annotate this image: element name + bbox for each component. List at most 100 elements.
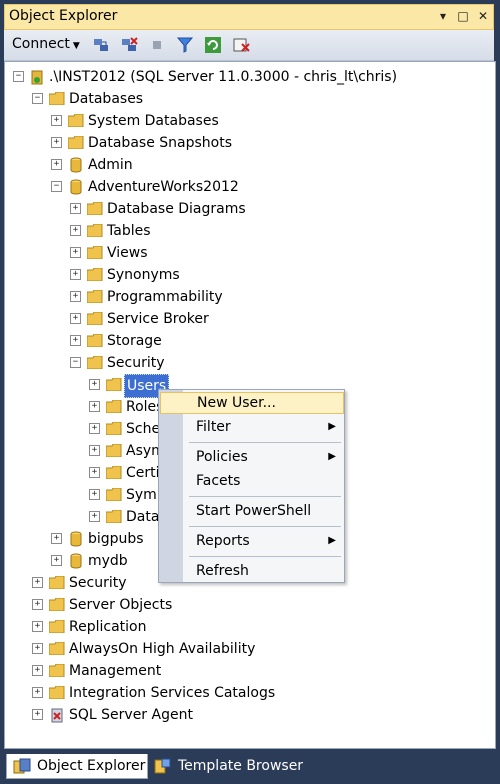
tab-object-explorer[interactable]: Object Explorer	[6, 754, 148, 779]
window-title: Object Explorer	[9, 8, 118, 24]
database-icon	[70, 553, 82, 569]
tab-template-browser[interactable]: Template Browser	[150, 754, 310, 778]
expand-icon[interactable]: +	[89, 511, 100, 522]
maximize-icon[interactable]: □	[455, 8, 471, 24]
server-icon	[31, 70, 43, 85]
reports-label: Reports	[196, 533, 250, 549]
integration-label: Integration Services Catalogs	[69, 685, 276, 701]
folder-icon	[106, 510, 122, 523]
filter-label: Filter	[196, 419, 231, 435]
close-icon[interactable]: ✕	[475, 8, 491, 24]
folder-icon	[49, 92, 65, 105]
title-bar: Object Explorer ▾ □ ✕	[4, 4, 494, 30]
menu-separator	[189, 442, 341, 443]
admin-label: Admin	[88, 157, 133, 173]
expand-icon[interactable]: +	[89, 445, 100, 456]
synonyms-label: Synonyms	[107, 267, 180, 283]
expand-icon[interactable]: +	[70, 203, 81, 214]
refresh-icon[interactable]	[204, 36, 222, 54]
menu-item-reports[interactable]: Reports ▶	[160, 530, 342, 552]
bigpubs-label: bigpubs	[88, 531, 144, 547]
sql-agent-label: SQL Server Agent	[69, 707, 193, 723]
toolbar: Connect ▼	[4, 30, 494, 61]
expand-icon[interactable]: +	[89, 401, 100, 412]
expand-icon[interactable]: +	[32, 665, 43, 676]
tree-node-server[interactable]: − .\INST2012 (SQL Server 11.0.3000 - chr…	[5, 66, 485, 88]
expand-icon[interactable]: +	[32, 621, 43, 632]
folder-icon	[106, 488, 122, 501]
new-user-label: New User...	[197, 395, 276, 411]
folder-icon	[87, 202, 103, 215]
service-broker-label: Service Broker	[107, 311, 209, 327]
expand-icon[interactable]: +	[32, 599, 43, 610]
expand-icon[interactable]: +	[70, 225, 81, 236]
connect-icon[interactable]	[92, 36, 110, 54]
expand-icon[interactable]: +	[70, 313, 81, 324]
expand-icon[interactable]: +	[51, 533, 62, 544]
expand-icon[interactable]: +	[51, 137, 62, 148]
expand-icon[interactable]: +	[70, 269, 81, 280]
folder-icon	[49, 576, 65, 589]
expand-icon[interactable]: +	[89, 467, 100, 478]
expand-icon[interactable]: +	[70, 335, 81, 346]
databases-label: Databases	[69, 91, 144, 107]
alwayson-label: AlwaysOn High Availability	[69, 641, 256, 657]
server-label: .\INST2012 (SQL Server 11.0.3000 - chris…	[49, 69, 398, 85]
database-diagrams-label: Database Diagrams	[107, 201, 246, 217]
expand-icon[interactable]: +	[32, 577, 43, 588]
folder-icon	[68, 136, 84, 149]
views-label: Views	[107, 245, 148, 261]
expand-icon[interactable]: +	[32, 709, 43, 720]
policies-label: Policies	[196, 449, 248, 465]
storage-label: Storage	[107, 333, 162, 349]
menu-item-filter[interactable]: Filter ▶	[160, 416, 342, 438]
expand-icon[interactable]: +	[70, 247, 81, 258]
expand-icon[interactable]: +	[32, 687, 43, 698]
expand-icon[interactable]: +	[89, 379, 100, 390]
disconnect-icon[interactable]	[120, 36, 138, 54]
menu-item-refresh[interactable]: Refresh	[160, 560, 342, 582]
folder-icon	[49, 642, 65, 655]
menu-item-facets[interactable]: Facets	[160, 470, 342, 492]
security-db-label: Security	[107, 355, 165, 371]
menu-item-policies[interactable]: Policies ▶	[160, 446, 342, 468]
chevron-down-icon: ▼	[72, 41, 80, 51]
collapse-icon[interactable]: −	[51, 181, 62, 192]
expand-icon[interactable]: +	[70, 291, 81, 302]
security-server-label: Security	[69, 575, 127, 591]
filter-icon[interactable]	[176, 36, 194, 54]
stop-icon[interactable]	[148, 36, 166, 54]
expand-icon[interactable]: +	[51, 115, 62, 126]
pin-icon[interactable]: ▾	[435, 8, 451, 24]
submenu-arrow-icon: ▶	[328, 451, 336, 462]
collapse-icon[interactable]: −	[70, 357, 81, 368]
menu-item-new-user[interactable]: New User...	[160, 392, 344, 414]
data-label: Data	[126, 509, 160, 525]
expand-icon[interactable]: +	[51, 159, 62, 170]
expand-icon[interactable]: +	[51, 555, 62, 566]
expand-icon[interactable]: +	[89, 423, 100, 434]
context-menu: New User... Filter ▶ Policies ▶ Facets Sta…	[158, 389, 345, 583]
database-icon	[70, 179, 82, 195]
system-databases-label: System Databases	[88, 113, 219, 129]
template-browser-tab-label: Template Browser	[178, 758, 304, 774]
folder-icon	[49, 686, 65, 699]
object-explorer-window: Object Explorer ▾ □ ✕ Connect ▼ − .\INST2…	[0, 0, 500, 784]
folder-icon	[87, 356, 103, 369]
adventureworks-label: AdventureWorks2012	[88, 179, 239, 195]
certificates-label: Certi	[126, 465, 160, 481]
folder-icon	[49, 620, 65, 633]
replication-label: Replication	[69, 619, 147, 635]
collapse-icon[interactable]: −	[32, 93, 43, 104]
object-explorer-icon	[13, 758, 31, 774]
mydb-label: mydb	[88, 553, 128, 569]
summary-icon[interactable]	[232, 36, 250, 54]
menu-separator	[189, 496, 341, 497]
folder-icon	[106, 378, 122, 391]
collapse-icon[interactable]: −	[13, 71, 24, 82]
expand-icon[interactable]: +	[89, 489, 100, 500]
expand-icon[interactable]: +	[32, 643, 43, 654]
menu-item-start-powershell[interactable]: Start PowerShell	[160, 500, 342, 522]
submenu-arrow-icon: ▶	[328, 421, 336, 432]
connect-button[interactable]: Connect ▼	[12, 36, 80, 52]
